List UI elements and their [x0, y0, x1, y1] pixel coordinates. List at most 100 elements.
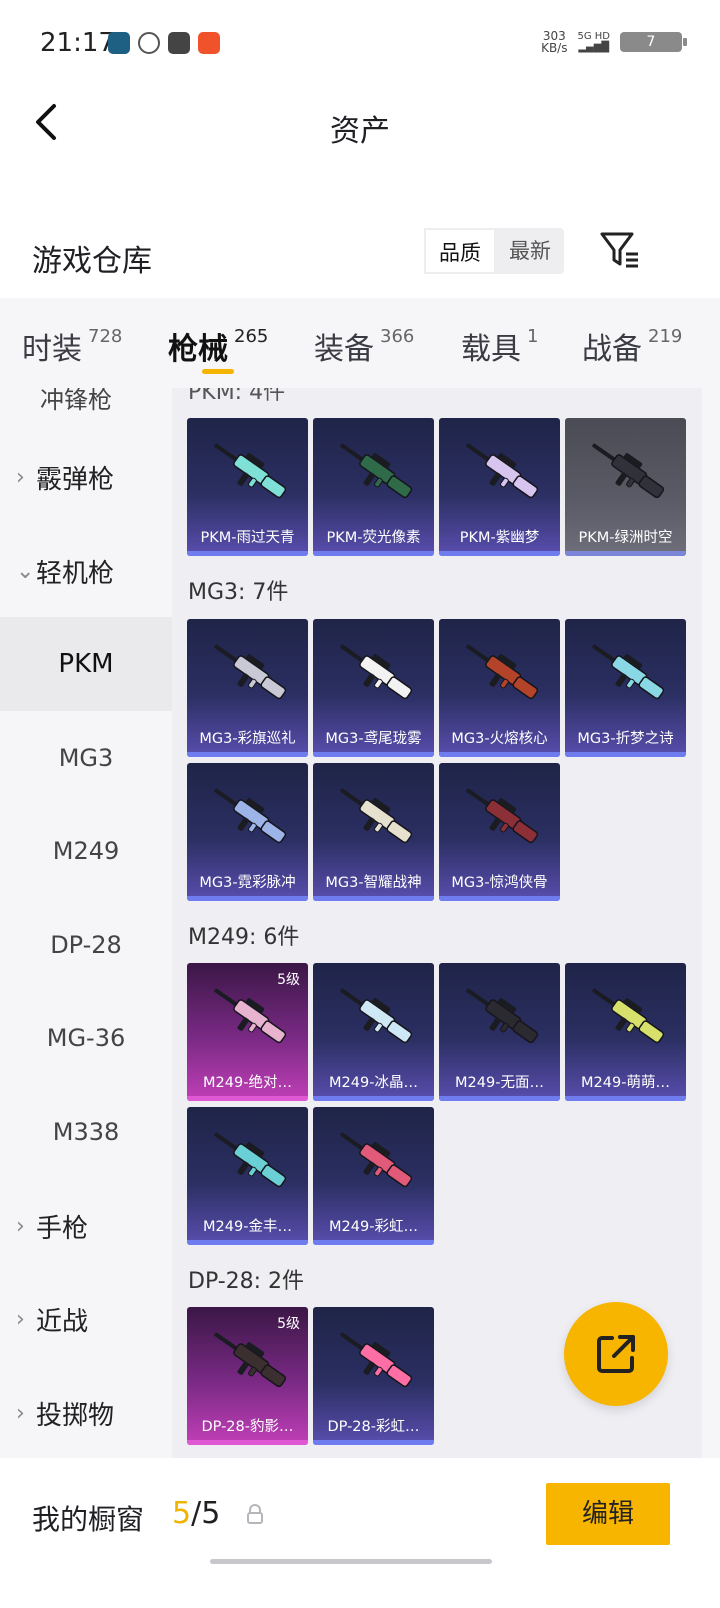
- tab-count: 366: [380, 326, 415, 347]
- gun-icon: [466, 988, 539, 1044]
- skin-card[interactable]: MG3-彩旗巡礼: [187, 619, 308, 757]
- battery-icon: 7: [620, 32, 687, 52]
- sort-quality-option[interactable]: 品质: [424, 228, 496, 274]
- skin-card[interactable]: MG3-折梦之诗: [565, 619, 686, 757]
- card-stripe: [313, 1096, 434, 1101]
- sidebar-item-partial[interactable]: 冲锋枪: [40, 388, 112, 415]
- skin-card[interactable]: DP-28-彩虹…: [313, 1307, 434, 1445]
- tier-badge: 5级: [277, 1316, 300, 1332]
- gun-icon: [340, 443, 413, 499]
- sidebar-item-m249[interactable]: M249: [0, 804, 172, 898]
- gun-icon: [340, 788, 413, 844]
- gun-icon: [214, 443, 287, 499]
- card-stripe: [187, 1096, 308, 1101]
- chevron-right-icon: ›: [16, 464, 25, 490]
- network-speed: 303 KB/s: [541, 30, 567, 54]
- sidebar-item-pkm[interactable]: PKM: [0, 617, 172, 711]
- skin-card[interactable]: MG3-火熔核心: [439, 619, 560, 757]
- card-stripe: [313, 752, 434, 757]
- skin-name: M249-无面…: [455, 1075, 544, 1091]
- sidebar-group-melee[interactable]: › 近战: [0, 1272, 172, 1366]
- skin-card[interactable]: MG3-鸢尾珑雾: [313, 619, 434, 757]
- weapon-category-sidebar: 冲锋枪 › 霰弹枪 ⌄ 轻机枪 PKM MG3 M249 DP-28 MG-36…: [0, 388, 172, 1458]
- card-stripe: [439, 896, 560, 901]
- status-time: 21:17: [40, 28, 115, 58]
- card-stripe: [187, 1440, 308, 1445]
- sync-icon: [138, 32, 160, 54]
- share-external-icon: [597, 1335, 635, 1373]
- section-grid-m249: 5级 M249-绝对… M249-冰晶… M249-无面… M249-萌萌… M249-金…: [187, 963, 686, 1245]
- skin-card[interactable]: PKM-荧光像素: [313, 418, 434, 556]
- card-stripe: [313, 1240, 434, 1245]
- gun-icon: [340, 1132, 413, 1188]
- skin-card[interactable]: M249-萌萌…: [565, 963, 686, 1101]
- status-app-icons: [108, 32, 220, 54]
- skin-card[interactable]: PKM-紫幽梦: [439, 418, 560, 556]
- skin-name: MG3-火熔核心: [451, 731, 548, 747]
- tab-vehicles[interactable]: 载具 1: [461, 324, 538, 368]
- gun-icon: [340, 644, 413, 700]
- section-title-mg3: MG3: 7件: [188, 580, 289, 605]
- skin-name: PKM-荧光像素: [326, 530, 421, 546]
- skin-name: MG3-彩旗巡礼: [199, 731, 296, 747]
- card-stripe: [439, 1096, 560, 1101]
- skin-name: PKM-绿洲时空: [578, 530, 673, 546]
- sidebar-item-m338[interactable]: M338: [0, 1085, 172, 1179]
- skin-card[interactable]: MG3-惊鸿侠骨: [439, 763, 560, 901]
- sidebar-item-dp28[interactable]: DP-28: [0, 898, 172, 992]
- skin-card[interactable]: 5级 DP-28-豹影…: [187, 1307, 308, 1445]
- sidebar-item-mg3[interactable]: MG3: [0, 711, 172, 805]
- section-grid-pkm: PKM-雨过天青 PKM-荧光像素 PKM-紫幽梦 PKM-绿洲时空: [187, 418, 686, 556]
- tab-count: 1: [527, 326, 539, 347]
- card-stripe: [565, 551, 686, 556]
- sidebar-group-pistol[interactable]: › 手枪: [0, 1179, 172, 1273]
- app-notification-icon: [108, 32, 130, 54]
- skin-name: M249-金丰…: [203, 1219, 292, 1235]
- card-stripe: [187, 896, 308, 901]
- tab-combat-gear[interactable]: 战备 219: [582, 324, 682, 368]
- gun-icon: [340, 988, 413, 1044]
- tab-firearms[interactable]: 枪械 265: [168, 324, 268, 368]
- skin-card[interactable]: 5级 M249-绝对…: [187, 963, 308, 1101]
- lock-icon: [247, 1504, 263, 1524]
- sort-newest-option[interactable]: 最新: [496, 228, 564, 274]
- sidebar-group-throwables[interactable]: › 投掷物: [0, 1366, 172, 1458]
- tab-label: 装备: [314, 332, 374, 367]
- skin-name: MG3-惊鸿侠骨: [451, 875, 548, 891]
- shopping-app-icon: [198, 32, 220, 54]
- tab-equipment[interactable]: 装备 366: [314, 324, 414, 368]
- showcase-separator: /: [191, 1496, 202, 1531]
- edit-button[interactable]: 编辑: [546, 1483, 670, 1545]
- skin-card[interactable]: PKM-雨过天青: [187, 418, 308, 556]
- showcase-label: 我的橱窗: [32, 1503, 145, 1536]
- skin-card[interactable]: M249-无面…: [439, 963, 560, 1101]
- section-title-partial: PKM: 4件: [188, 388, 286, 405]
- skin-card[interactable]: MG3-智耀战神: [313, 763, 434, 901]
- skin-card[interactable]: MG3-霓彩脉冲: [187, 763, 308, 901]
- weapon-skin-list: PKM: 4件 PKM-雨过天青 PKM-荧光像素 PKM-紫幽梦 PKM-绿洲时空 …: [172, 388, 702, 1458]
- sidebar-group-label: 近战: [36, 1306, 89, 1337]
- skin-name: PKM-雨过天青: [200, 530, 295, 546]
- skin-card[interactable]: PKM-绿洲时空: [565, 418, 686, 556]
- sidebar-item-mg36[interactable]: MG-36: [0, 991, 172, 1085]
- gun-icon: [592, 988, 665, 1044]
- active-tab-indicator: [202, 369, 234, 374]
- card-stripe: [439, 752, 560, 757]
- showcase-used: 5: [172, 1496, 192, 1531]
- tab-fashion[interactable]: 时装 728: [22, 324, 122, 368]
- sidebar-group-lmg[interactable]: ⌄ 轻机枪: [0, 524, 172, 618]
- mail-icon: [168, 32, 190, 54]
- filter-icon[interactable]: [598, 228, 642, 272]
- tab-label: 战备: [582, 332, 642, 367]
- section-title-m249: M249: 6件: [188, 925, 300, 950]
- sidebar-group-shotgun[interactable]: › 霰弹枪: [0, 430, 172, 524]
- sidebar-group-label: 手枪: [36, 1213, 89, 1244]
- home-indicator: [210, 1559, 492, 1564]
- skin-card[interactable]: M249-彩虹…: [313, 1107, 434, 1245]
- skin-card[interactable]: M249-冰晶…: [313, 963, 434, 1101]
- gun-icon: [214, 644, 287, 700]
- skin-card[interactable]: M249-金丰…: [187, 1107, 308, 1245]
- share-fab-button[interactable]: [564, 1302, 668, 1406]
- status-indicators: 303 KB/s 5G HD ▂▄▆█ 7: [541, 30, 687, 54]
- card-stripe: [439, 551, 560, 556]
